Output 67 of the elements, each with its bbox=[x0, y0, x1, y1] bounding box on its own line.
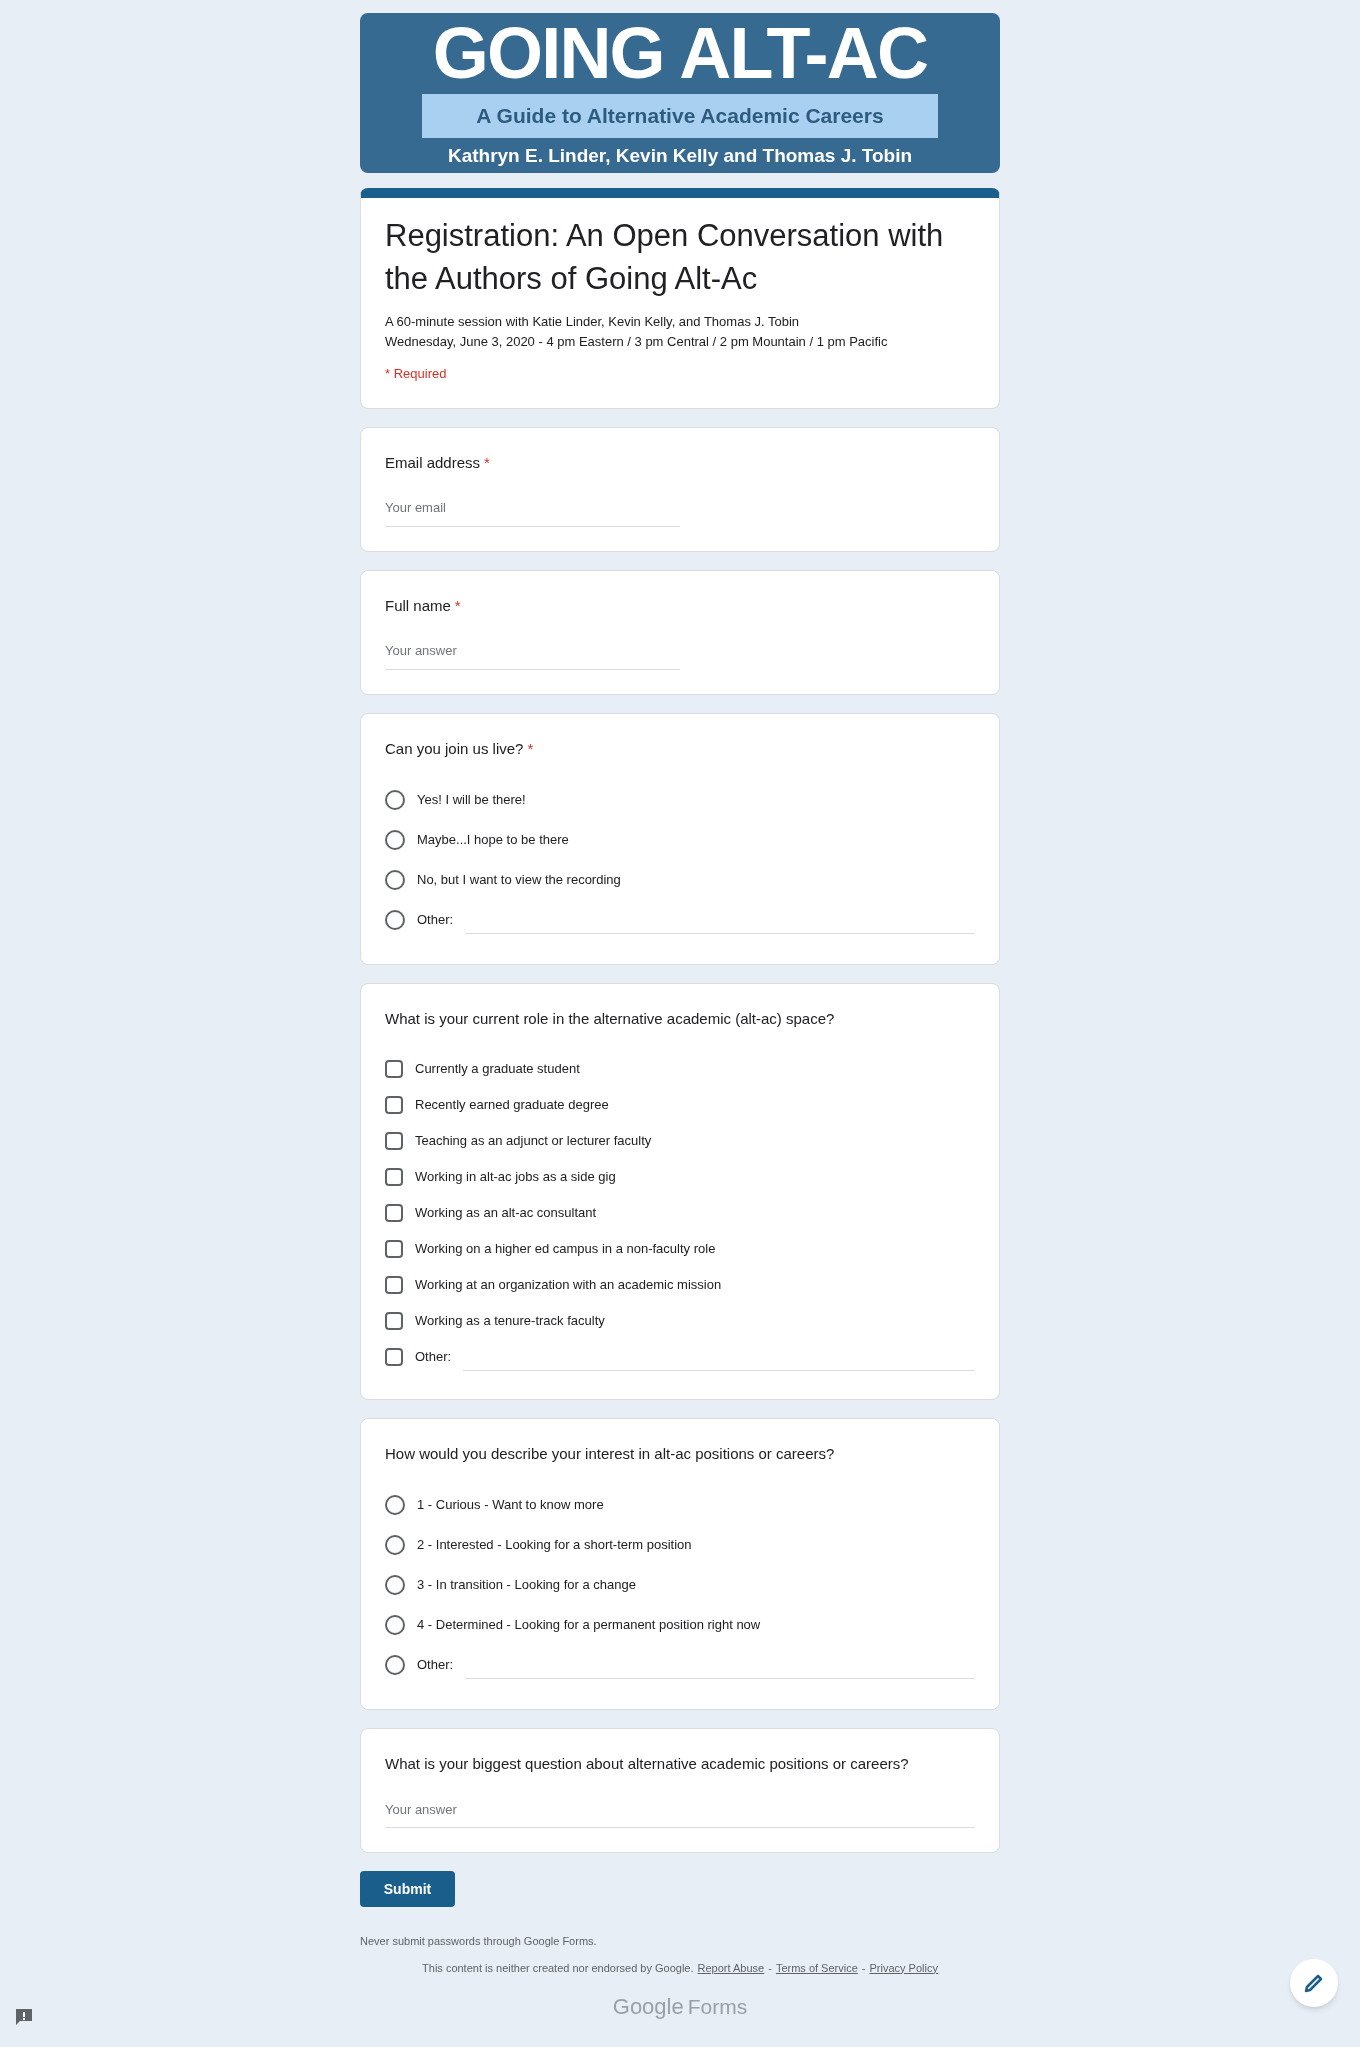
answer-field[interactable]: Your email bbox=[385, 494, 680, 527]
checkbox[interactable] bbox=[385, 1347, 403, 1366]
option-label: 2 - Interested - Looking for a short-term position bbox=[417, 1536, 692, 1555]
option-label: Other: bbox=[417, 1656, 454, 1675]
answer-field[interactable]: Your answer bbox=[385, 637, 680, 670]
checkbox[interactable] bbox=[385, 1167, 403, 1186]
checkbox[interactable] bbox=[385, 1275, 403, 1294]
checkbox[interactable] bbox=[385, 1203, 403, 1222]
option-label: No, but I want to view the recording bbox=[417, 871, 621, 890]
required-mark: * bbox=[484, 452, 490, 473]
question-label: Full name bbox=[385, 595, 451, 616]
checkbox[interactable] bbox=[385, 1059, 403, 1078]
option-label: Other: bbox=[417, 911, 454, 930]
checkbox[interactable] bbox=[385, 1095, 403, 1114]
option-label: Working as an alt-ac consultant bbox=[415, 1203, 597, 1222]
radio-button[interactable] bbox=[385, 910, 405, 930]
option-label: 4 - Determined - Looking for a permanent position right now bbox=[417, 1616, 761, 1635]
required-mark: * bbox=[454, 595, 461, 616]
footer-link[interactable]: Terms of Service bbox=[775, 1959, 858, 1976]
edit-button[interactable] bbox=[1290, 1959, 1338, 2007]
link-separator: - bbox=[861, 1960, 866, 1976]
forms-logo: Forms bbox=[687, 1994, 748, 2020]
form-title: Registration: An Open Conversation with the Authors of Going Alt-Ac bbox=[385, 217, 945, 298]
radio-button[interactable] bbox=[385, 1495, 405, 1515]
form-description: Wednesday, June 3, 2020 - 4 pm Eastern / 3 pm Central / 2 pm Mountain / 1 pm Pacific bbox=[385, 333, 889, 351]
radio-button[interactable] bbox=[385, 790, 405, 810]
password-warning: Never submit passwords through Google Forms. bbox=[360, 1934, 598, 1949]
banner-subtitle: A Guide to Alternative Academic Careers bbox=[422, 94, 938, 138]
question-label: Can you join us live? bbox=[385, 738, 524, 759]
checkbox[interactable] bbox=[385, 1131, 403, 1150]
submit-button[interactable]: Submit bbox=[360, 1871, 455, 1907]
question-label: What is your current role in the alternative academic (alt-ac) space? bbox=[385, 1009, 835, 1029]
option-label: Maybe...I hope to be there bbox=[417, 831, 569, 850]
radio-button[interactable] bbox=[385, 1615, 405, 1635]
option-label: Working at an organization with an academic mission bbox=[415, 1275, 722, 1294]
checkbox[interactable] bbox=[385, 1311, 403, 1330]
question-label: Email address bbox=[385, 452, 481, 473]
option-label: 1 - Curious - Want to know more bbox=[417, 1496, 604, 1515]
option-label: Working in alt-ac jobs as a side gig bbox=[415, 1167, 616, 1186]
option-label: Working as a tenure-track faculty bbox=[415, 1311, 605, 1330]
form-description: A 60-minute session with Katie Linder, Kevin Kelly, and Thomas J. Tobin bbox=[385, 313, 801, 331]
option-label: Working on a higher ed campus in a non-faculty role bbox=[415, 1239, 716, 1258]
disclaimer-text: This content is neither created nor endorsed by Google. bbox=[422, 1960, 694, 1976]
radio-button[interactable] bbox=[385, 870, 405, 890]
answer-field[interactable]: Your answer bbox=[385, 1795, 975, 1828]
link-separator: - bbox=[768, 1960, 772, 1976]
required-note: * Required bbox=[385, 365, 448, 383]
checkbox[interactable] bbox=[385, 1239, 403, 1258]
radio-button[interactable] bbox=[385, 1655, 405, 1675]
radio-button[interactable] bbox=[385, 1575, 405, 1595]
option-label: Yes! I will be there! bbox=[417, 791, 526, 810]
option-label: Teaching as an adjunct or lecturer faculty bbox=[415, 1131, 652, 1150]
footer-link[interactable]: Report Abuse bbox=[697, 1959, 765, 1976]
banner-title: GOING ALT-AC bbox=[432, 13, 928, 93]
google-logo: Google bbox=[612, 1993, 684, 2021]
radio-button[interactable] bbox=[385, 830, 405, 850]
radio-button[interactable] bbox=[385, 1535, 405, 1555]
report-icon[interactable] bbox=[14, 2007, 34, 2027]
question-label: What is your biggest question about alternative academic positions or careers? bbox=[385, 1754, 909, 1774]
required-mark: * bbox=[527, 738, 534, 759]
question-label: How would you describe your interest in alt-ac positions or careers? bbox=[385, 1443, 835, 1464]
option-label: Other: bbox=[415, 1347, 452, 1366]
option-label: 3 - In transition - Looking for a change bbox=[417, 1576, 636, 1595]
banner-authors: Kathryn E. Linder, Kevin Kelly and Thomas J. Tobin bbox=[447, 143, 913, 168]
footer-link[interactable]: Privacy Policy bbox=[869, 1959, 938, 1976]
option-label: Recently earned graduate degree bbox=[415, 1095, 609, 1114]
option-label: Currently a graduate student bbox=[415, 1059, 580, 1078]
